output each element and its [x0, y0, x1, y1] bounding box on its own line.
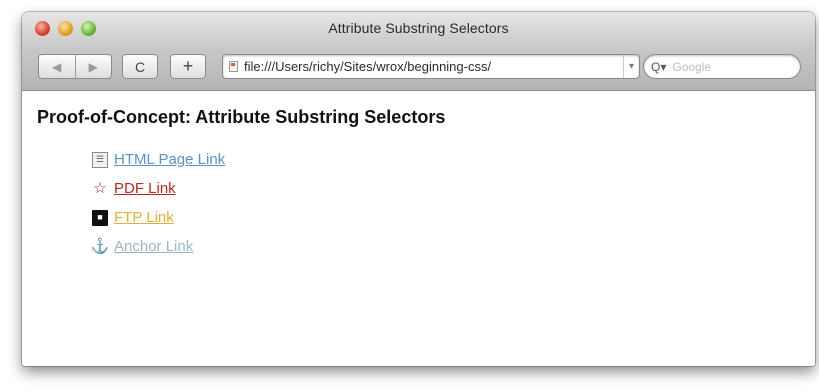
- search-placeholder: Google: [672, 59, 712, 74]
- list-item: ☆ PDF Link: [92, 174, 225, 203]
- ftp-link[interactable]: FTP Link: [114, 209, 174, 226]
- page-favicon-icon: [229, 61, 238, 72]
- address-bar[interactable]: file:///Users/richy/Sites/wrox/beginning…: [222, 54, 640, 79]
- pdf-icon: ☆: [93, 180, 107, 197]
- reload-button[interactable]: C: [122, 54, 158, 79]
- browser-window: Attribute Substring Selectors ◀ ▶ C + fi…: [22, 12, 815, 366]
- anchor-icon: ⚓: [90, 238, 110, 255]
- anchor-link[interactable]: Anchor Link: [114, 238, 193, 255]
- address-url[interactable]: file:///Users/richy/Sites/wrox/beginning…: [244, 59, 623, 74]
- forward-button[interactable]: ▶: [75, 60, 111, 74]
- list-item: ⚓ Anchor Link: [90, 232, 225, 261]
- list-item: ☰ HTML Page Link: [92, 145, 225, 174]
- floppy-disk-icon: ■: [92, 209, 108, 226]
- address-dropdown-icon[interactable]: ▾: [623, 55, 639, 78]
- title-bar: Attribute Substring Selectors ◀ ▶ C + fi…: [22, 12, 815, 91]
- back-forward-buttons: ◀ ▶: [38, 54, 112, 79]
- html-page-icon: ☰: [92, 151, 108, 168]
- back-button[interactable]: ◀: [39, 60, 75, 74]
- search-icon[interactable]: Q▾: [651, 60, 666, 74]
- html-page-link[interactable]: HTML Page Link: [114, 151, 225, 168]
- list-item: ■ FTP Link: [92, 203, 225, 232]
- pdf-link[interactable]: PDF Link: [114, 180, 176, 197]
- search-field[interactable]: Q▾ Google: [643, 54, 801, 79]
- page-content: Proof-of-Concept: Attribute Substring Se…: [22, 92, 815, 366]
- page-heading: Proof-of-Concept: Attribute Substring Se…: [37, 107, 446, 127]
- window-title: Attribute Substring Selectors: [328, 20, 509, 36]
- add-bookmark-button[interactable]: +: [170, 54, 206, 79]
- link-list: ☰ HTML Page Link ☆ PDF Link ■ FTP Link ⚓…: [90, 145, 226, 261]
